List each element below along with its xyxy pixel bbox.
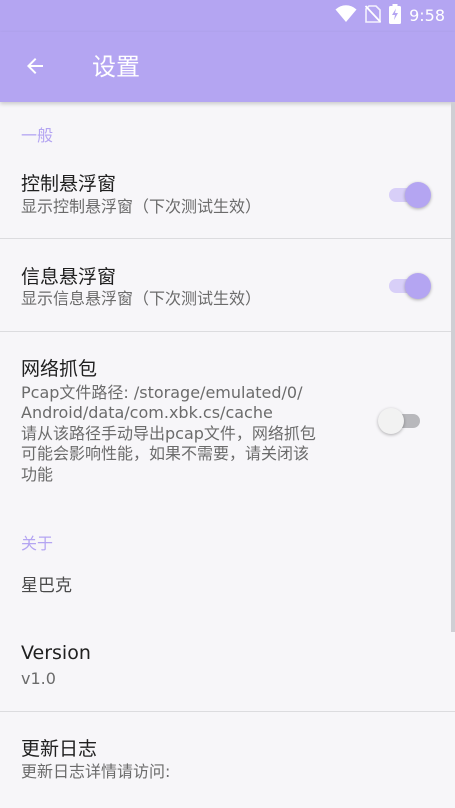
switch-thumb — [405, 182, 431, 208]
section-header-about: 关于 — [21, 534, 54, 553]
control-float-window-switch[interactable] — [385, 179, 431, 209]
pref-summary: 显示信息悬浮窗（下次测试生效） — [21, 289, 262, 308]
pref-summary: v1.0 — [21, 669, 56, 688]
pref-summary-line: 功能 — [21, 465, 54, 484]
status-bar: 9:58 — [0, 0, 455, 32]
scrollbar[interactable] — [451, 102, 455, 632]
page-title: 设置 — [92, 53, 140, 81]
status-icons: 9:58 — [335, 4, 445, 28]
arrow-left-icon — [23, 54, 47, 82]
pref-summary: 更新日志详情请访问: — [21, 762, 171, 781]
switch-thumb — [378, 408, 404, 434]
app-bar: 设置 — [0, 32, 455, 102]
packet-capture-switch[interactable] — [378, 405, 424, 435]
info-float-window-switch[interactable] — [385, 270, 431, 300]
pref-summary-line: Pcap文件路径: /storage/emulated/0/ — [21, 383, 303, 402]
pref-version[interactable]: Version v1.0 — [0, 622, 455, 711]
pref-app-name[interactable]: 星巴克 — [0, 558, 455, 622]
pref-title: 控制悬浮窗 — [21, 173, 117, 195]
pref-packet-capture[interactable]: 网络抓包 Pcap文件路径: /storage/emulated/0/ Andr… — [0, 332, 455, 502]
switch-thumb — [405, 273, 431, 299]
pref-changelog[interactable]: 更新日志 更新日志详情请访问: — [0, 712, 455, 808]
pref-summary-line: 请从该路径手动导出pcap文件，网络抓包 — [21, 424, 316, 443]
no-sim-icon — [364, 5, 382, 27]
pref-info-float-window[interactable]: 信息悬浮窗 显示信息悬浮窗（下次测试生效） — [0, 239, 455, 331]
status-time: 9:58 — [409, 6, 445, 25]
pref-control-float-window[interactable]: 控制悬浮窗 显示控制悬浮窗（下次测试生效） — [0, 154, 455, 238]
section-header-general: 一般 — [21, 126, 54, 145]
pref-title: 星巴克 — [21, 576, 72, 596]
pref-title: 网络抓包 — [21, 358, 98, 380]
pref-summary: 显示控制悬浮窗（下次测试生效） — [21, 197, 262, 216]
wifi-icon — [335, 5, 357, 27]
back-button[interactable] — [18, 51, 52, 85]
pref-title: 更新日志 — [21, 738, 98, 760]
pref-summary-line: Android/data/com.xbk.cs/cache — [21, 403, 273, 422]
pref-title: Version — [21, 642, 91, 664]
pref-summary-line: 可能会影响性能，如果不需要，请关闭该 — [21, 444, 310, 463]
settings-list[interactable]: 一般 控制悬浮窗 显示控制悬浮窗（下次测试生效） 信息悬浮窗 显示信息悬浮窗（下… — [0, 102, 455, 808]
battery-charging-icon — [389, 4, 402, 28]
pref-title: 信息悬浮窗 — [21, 266, 117, 288]
